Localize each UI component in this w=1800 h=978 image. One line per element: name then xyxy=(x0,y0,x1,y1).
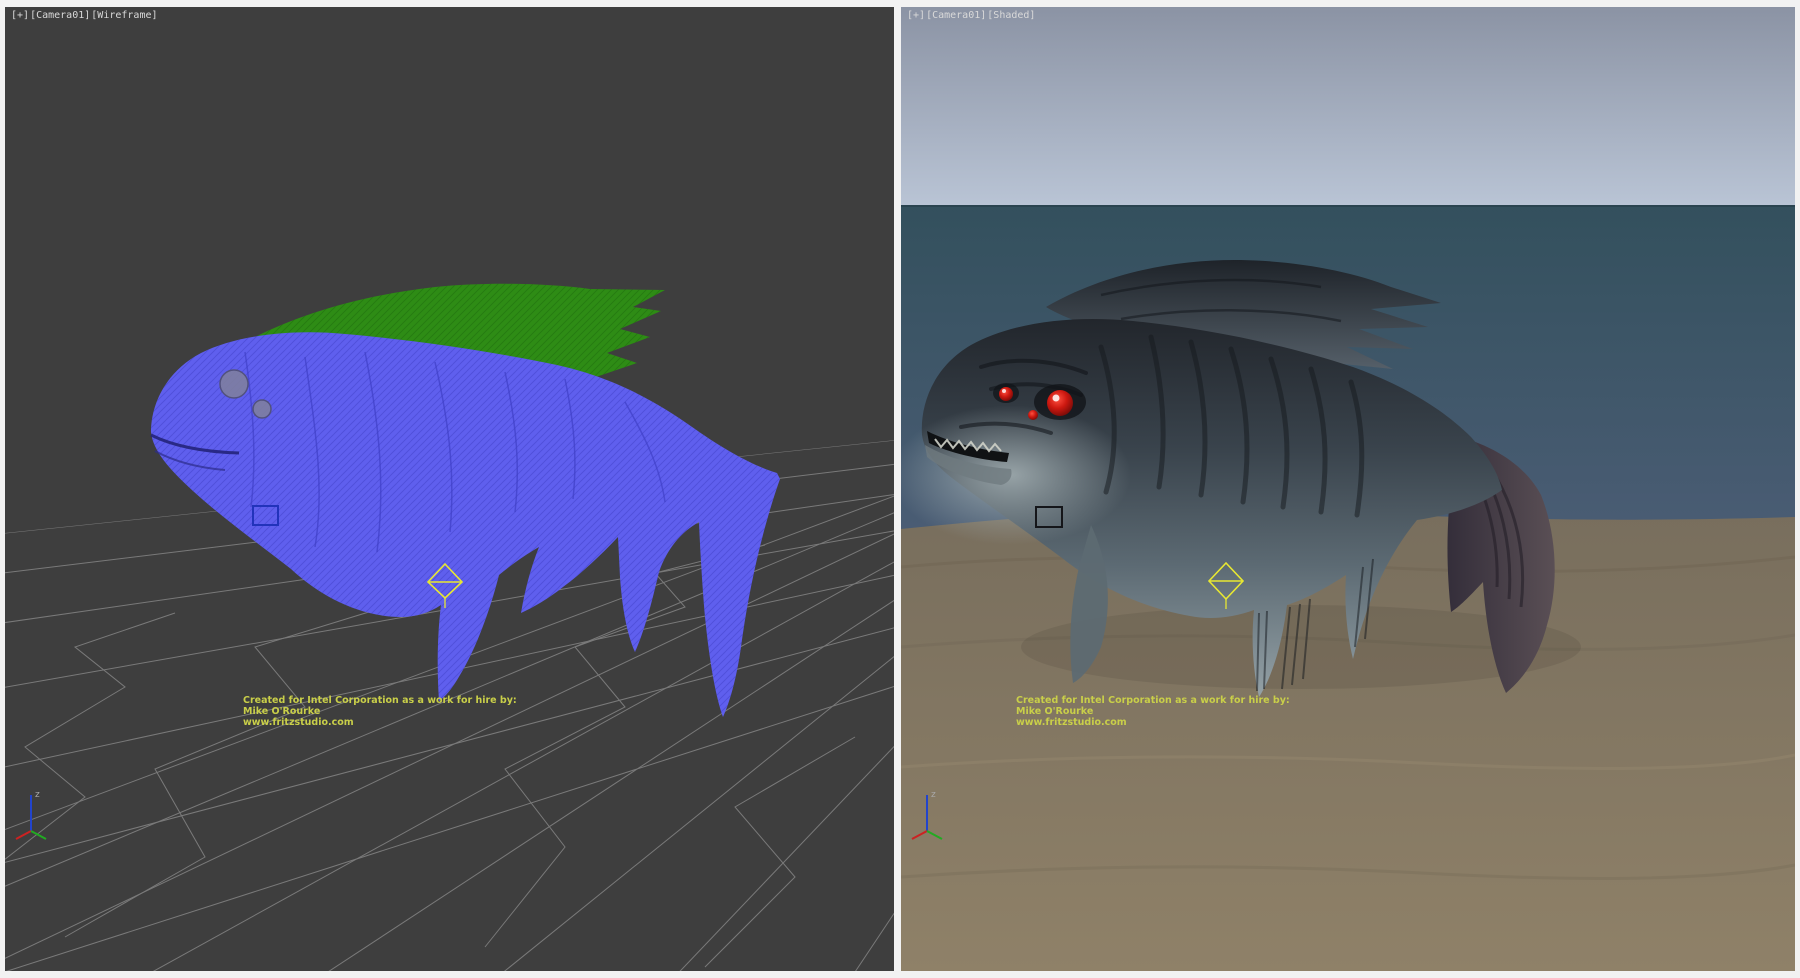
fish-eye-highlight-small xyxy=(1002,389,1006,393)
viewport-label-shaded: [+][Camera01][Shaded] xyxy=(907,10,1036,21)
fish-eye-spot-small xyxy=(253,400,271,418)
viewport-label-wireframe: [+][Camera01][Wireframe] xyxy=(11,10,159,21)
credit-line-3: www.fritzstudio.com xyxy=(243,717,517,728)
axis-z-label: z xyxy=(931,790,936,800)
viewport-shading-menu[interactable]: [Wireframe] xyxy=(91,10,157,21)
credit-line-2: Mike O'Rourke xyxy=(243,706,517,717)
fish-eye-highlight-large xyxy=(1053,395,1060,402)
credit-line-2: Mike O'Rourke xyxy=(1016,706,1290,717)
viewport-split-frame: [+][Camera01][Wireframe] xyxy=(0,0,1800,978)
credit-line-3: www.fritzstudio.com xyxy=(1016,717,1290,728)
credit-text: Created for Intel Corporation as a work … xyxy=(243,695,517,728)
fish-eye-spot-large xyxy=(220,370,248,398)
viewport-general-menu[interactable]: [+] xyxy=(907,10,925,21)
viewport-shading-menu[interactable]: [Shaded] xyxy=(987,10,1035,21)
world-axis-tripod: z xyxy=(13,785,65,847)
sky xyxy=(901,7,1795,205)
wireframe-scene xyxy=(5,7,894,971)
viewport-pov-menu[interactable]: [Camera01] xyxy=(30,10,90,21)
horizon-line xyxy=(901,205,1795,207)
axis-z-label: z xyxy=(35,790,40,800)
fish-eye-small xyxy=(999,387,1013,401)
shaded-scene xyxy=(901,7,1795,971)
viewport-wireframe[interactable]: [+][Camera01][Wireframe] xyxy=(5,7,894,971)
fish-eye-tiny xyxy=(1028,410,1038,420)
viewport-general-menu[interactable]: [+] xyxy=(11,10,29,21)
credit-line-1: Created for Intel Corporation as a work … xyxy=(243,695,517,706)
credit-line-1: Created for Intel Corporation as a work … xyxy=(1016,695,1290,706)
world-axis-tripod: z xyxy=(909,785,961,847)
credit-text: Created for Intel Corporation as a work … xyxy=(1016,695,1290,728)
fish-model-wireframe[interactable] xyxy=(151,284,780,717)
viewport-shaded[interactable]: [+][Camera01][Shaded] xyxy=(901,7,1795,971)
viewport-pov-menu[interactable]: [Camera01] xyxy=(926,10,986,21)
fish-eye-large xyxy=(1047,390,1073,416)
